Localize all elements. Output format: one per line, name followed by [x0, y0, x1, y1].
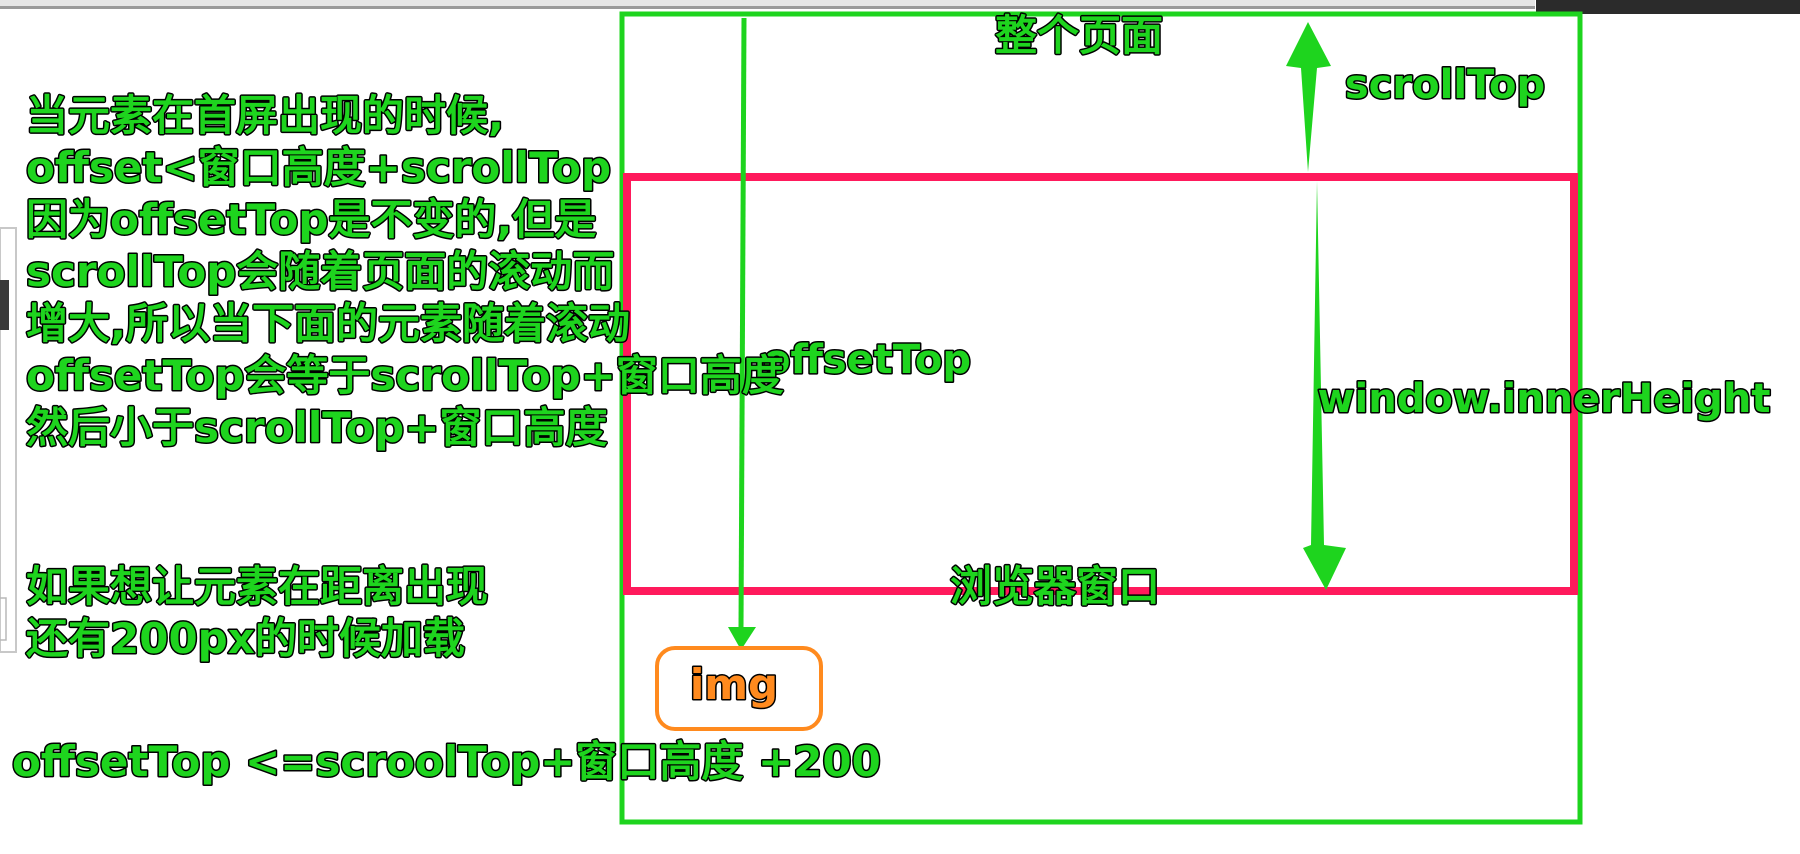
- explanation-line: 当元素在首屏出现的时候,: [26, 91, 504, 140]
- explanation-line: offset<窗口高度+scrollTop: [26, 143, 611, 192]
- browser-window-label: 浏览器窗口: [950, 562, 1160, 611]
- left-panel-fragment-box: [0, 597, 7, 641]
- preload-note-line: 还有200px的时候加载: [26, 614, 465, 663]
- explanation-line: 增大,所以当下面的元素随着滚动: [26, 299, 630, 348]
- scroll-top-label: scrollTop: [1345, 62, 1545, 108]
- offset-top-label: offsetTop: [763, 337, 971, 383]
- browser-top-strip: [0, 0, 1535, 6]
- formula-text: offsetTop <=scroolTop+窗口高度 +200: [12, 737, 881, 786]
- preload-note-line: 如果想让元素在距离出现: [26, 562, 488, 611]
- screenshot-canvas: 整个页面 scrollTop offsetTop window.innerHei…: [0, 0, 1800, 854]
- explanation-line: offsetTop会等于scrollTop+窗口高度: [26, 351, 784, 400]
- browser-top-edge: [0, 6, 1535, 9]
- explanation-line: 然后小于scrollTop+窗口高度: [26, 403, 607, 452]
- img-label: img: [690, 660, 778, 709]
- explanation-line: scrollTop会随着页面的滚动而: [26, 247, 614, 296]
- offset-top-arrow-line: [738, 17, 747, 629]
- scroll-top-arrow: [1286, 22, 1331, 172]
- lazy-load-diagram: 整个页面 scrollTop offsetTop window.innerHei…: [0, 0, 1800, 825]
- explanation-line: 因为offsetTop是不变的,但是: [26, 195, 596, 244]
- left-panel-dark-tab: [0, 280, 9, 330]
- inner-height-label: window.innerHeight: [1318, 376, 1771, 422]
- whole-page-label: 整个页面: [995, 11, 1163, 60]
